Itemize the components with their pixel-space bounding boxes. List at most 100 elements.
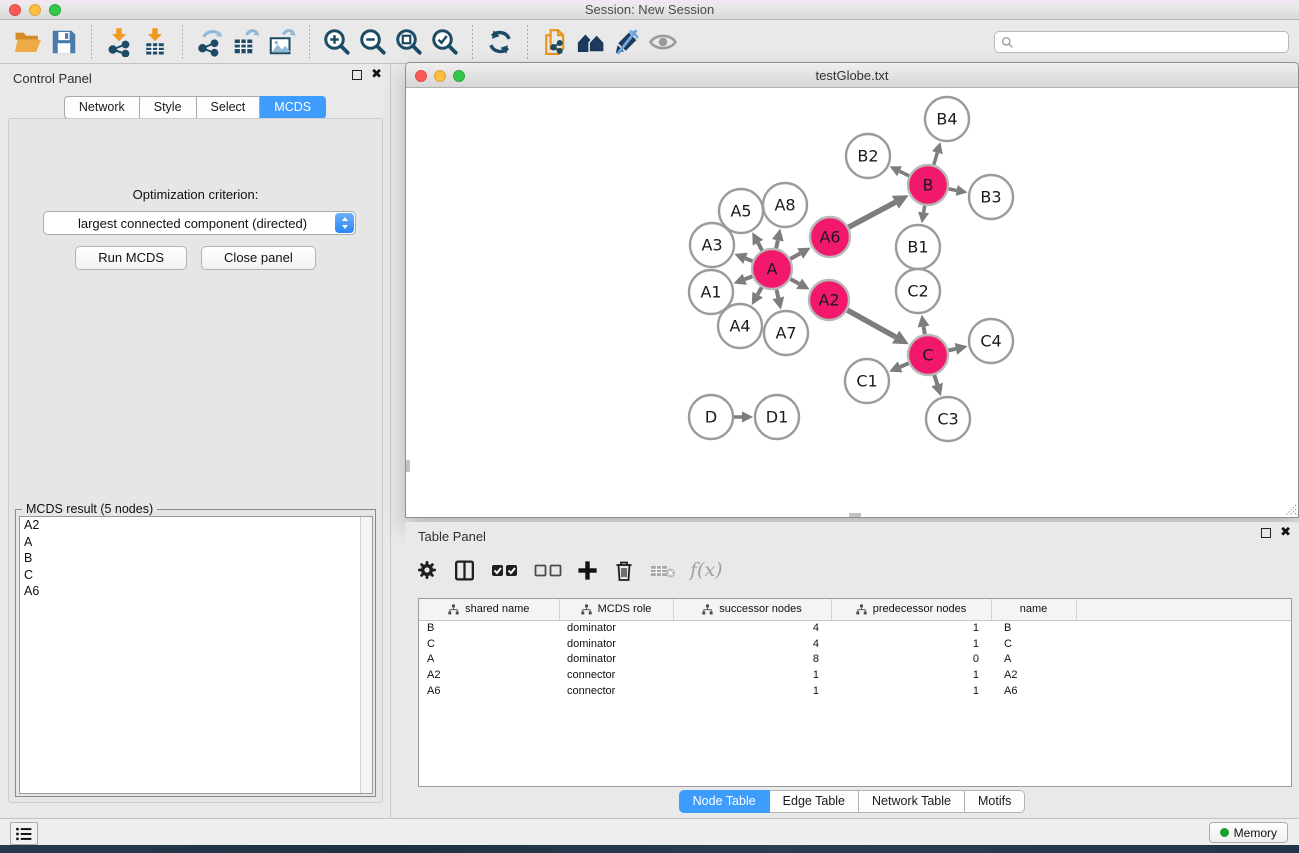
- mcds-result-item[interactable]: A: [20, 534, 372, 551]
- memory-button[interactable]: Memory: [1209, 822, 1288, 843]
- close-panel-icon[interactable]: ✖: [371, 70, 382, 80]
- hide-annotations-button[interactable]: [609, 24, 645, 60]
- open-cybrowser-button[interactable]: [573, 24, 609, 60]
- edge-arrow-A-A7[interactable]: [772, 297, 784, 310]
- table-row[interactable]: A6connector11A6: [419, 683, 1292, 699]
- node-B1[interactable]: B1: [896, 225, 940, 269]
- svg-text:A7: A7: [775, 324, 796, 343]
- tab-edge-table[interactable]: Edge Table: [770, 790, 859, 813]
- save-icon: [49, 27, 79, 57]
- edge-arrow-B-B1[interactable]: [918, 212, 929, 224]
- export-table-button[interactable]: [228, 24, 264, 60]
- create-column-button[interactable]: [576, 555, 599, 585]
- column-header-name[interactable]: name: [991, 599, 1076, 620]
- network-window-titlebar[interactable]: testGlobe.txt: [406, 63, 1298, 88]
- edge-arrow-D-D1[interactable]: [742, 411, 753, 422]
- float-table-panel-icon[interactable]: [1261, 528, 1271, 538]
- node-D[interactable]: D: [689, 395, 733, 439]
- show-graphics-details-button[interactable]: [645, 24, 681, 60]
- memory-status-icon: [1220, 828, 1229, 837]
- zoom-out-button[interactable]: [355, 24, 391, 60]
- node-A[interactable]: A: [752, 249, 792, 289]
- table-row[interactable]: Adominator80A: [419, 652, 1292, 668]
- delete-column-button[interactable]: [612, 555, 636, 585]
- node-A8[interactable]: A8: [763, 183, 807, 227]
- resize-grip-icon[interactable]: [1282, 501, 1297, 516]
- optimization-criterion-dropdown[interactable]: largest connected component (directed): [43, 211, 356, 235]
- edge-arrow-B-B4[interactable]: [932, 142, 943, 154]
- column-header-predecessor-nodes[interactable]: predecessor nodes: [831, 599, 991, 620]
- open-session-button[interactable]: [10, 24, 46, 60]
- node-A7[interactable]: A7: [764, 311, 808, 355]
- show-column-panel-button[interactable]: [452, 555, 477, 585]
- close-panel-button[interactable]: Close panel: [201, 246, 316, 270]
- table-row[interactable]: Cdominator41C: [419, 636, 1292, 652]
- mcds-result-item[interactable]: C: [20, 567, 372, 584]
- tab-network-table[interactable]: Network Table: [859, 790, 965, 813]
- zoom-selected-button[interactable]: [427, 24, 463, 60]
- float-panel-icon[interactable]: [352, 70, 362, 80]
- node-table[interactable]: shared nameMCDS rolesuccessor nodesprede…: [419, 599, 1292, 699]
- table-header-row[interactable]: shared nameMCDS rolesuccessor nodesprede…: [419, 599, 1292, 620]
- run-mcds-button[interactable]: Run MCDS: [75, 246, 187, 270]
- function-builder-button[interactable]: f(x): [690, 555, 723, 585]
- node-C[interactable]: C: [908, 335, 948, 375]
- tab-mcds[interactable]: MCDS: [260, 96, 326, 119]
- zoom-in-button[interactable]: [319, 24, 355, 60]
- tab-style[interactable]: Style: [140, 96, 197, 119]
- zoom-fit-button[interactable]: [391, 24, 427, 60]
- node-A2[interactable]: A2: [809, 280, 849, 320]
- select-all-button[interactable]: [490, 555, 520, 585]
- node-A4[interactable]: A4: [718, 304, 762, 348]
- node-C2[interactable]: C2: [896, 269, 940, 313]
- table-row[interactable]: Bdominator41B: [419, 620, 1292, 636]
- open-folder-icon: [13, 27, 43, 57]
- mcds-list-scrollbar[interactable]: [360, 517, 372, 793]
- tab-network[interactable]: Network: [64, 96, 140, 119]
- edge-arrow-C-C4[interactable]: [955, 343, 968, 355]
- node-C3[interactable]: C3: [926, 397, 970, 441]
- edge-arrow-B-B3[interactable]: [956, 185, 968, 196]
- search-input[interactable]: [1014, 33, 1288, 51]
- control-panel-title: Control Panel: [13, 71, 92, 86]
- mcds-result-item[interactable]: B: [20, 550, 372, 567]
- export-image-button[interactable]: [264, 24, 300, 60]
- tab-motifs[interactable]: Motifs: [965, 790, 1025, 813]
- search-field[interactable]: [994, 31, 1289, 53]
- node-A5[interactable]: A5: [719, 189, 763, 233]
- task-history-button[interactable]: [10, 822, 38, 845]
- node-C1[interactable]: C1: [845, 359, 889, 403]
- tab-select[interactable]: Select: [197, 96, 261, 119]
- save-session-button[interactable]: [46, 24, 82, 60]
- tab-node-table[interactable]: Node Table: [679, 790, 770, 813]
- node-B[interactable]: B: [908, 165, 948, 205]
- node-D1[interactable]: D1: [755, 395, 799, 439]
- node-B4[interactable]: B4: [925, 97, 969, 141]
- clone-network-button[interactable]: [537, 24, 573, 60]
- apply-layout-button[interactable]: [482, 24, 518, 60]
- node-A6[interactable]: A6: [810, 217, 850, 257]
- delete-table-button[interactable]: [649, 555, 677, 585]
- mcds-result-item[interactable]: A6: [20, 583, 372, 600]
- deselect-all-button[interactable]: [533, 555, 563, 585]
- import-table-button[interactable]: [137, 24, 173, 60]
- clone-network-icon: [540, 27, 570, 57]
- network-graph[interactable]: AA1A2A3A4A5A6A7A8BB1B2B3B4CC1C2C3C4DD1: [406, 88, 1298, 517]
- column-header-MCDS-role[interactable]: MCDS role: [559, 599, 673, 620]
- column-header-successor-nodes[interactable]: successor nodes: [673, 599, 831, 620]
- edge-arrow-C-C3[interactable]: [932, 383, 944, 396]
- node-B3[interactable]: B3: [969, 175, 1013, 219]
- edge-arrow-C-C2[interactable]: [918, 315, 930, 328]
- table-options-button[interactable]: [415, 555, 439, 585]
- export-network-button[interactable]: [192, 24, 228, 60]
- node-B2[interactable]: B2: [846, 134, 890, 178]
- edge-arrow-A-A8[interactable]: [772, 229, 784, 242]
- close-table-panel-icon[interactable]: ✖: [1280, 528, 1291, 538]
- mcds-result-item[interactable]: A2: [20, 517, 372, 534]
- svg-text:C4: C4: [980, 332, 1001, 351]
- import-network-button[interactable]: [101, 24, 137, 60]
- network-canvas-area[interactable]: AA1A2A3A4A5A6A7A8BB1B2B3B4CC1C2C3C4DD1: [406, 88, 1298, 517]
- table-row[interactable]: A2connector11A2: [419, 667, 1292, 683]
- node-C4[interactable]: C4: [969, 319, 1013, 363]
- column-header-shared-name[interactable]: shared name: [419, 599, 559, 620]
